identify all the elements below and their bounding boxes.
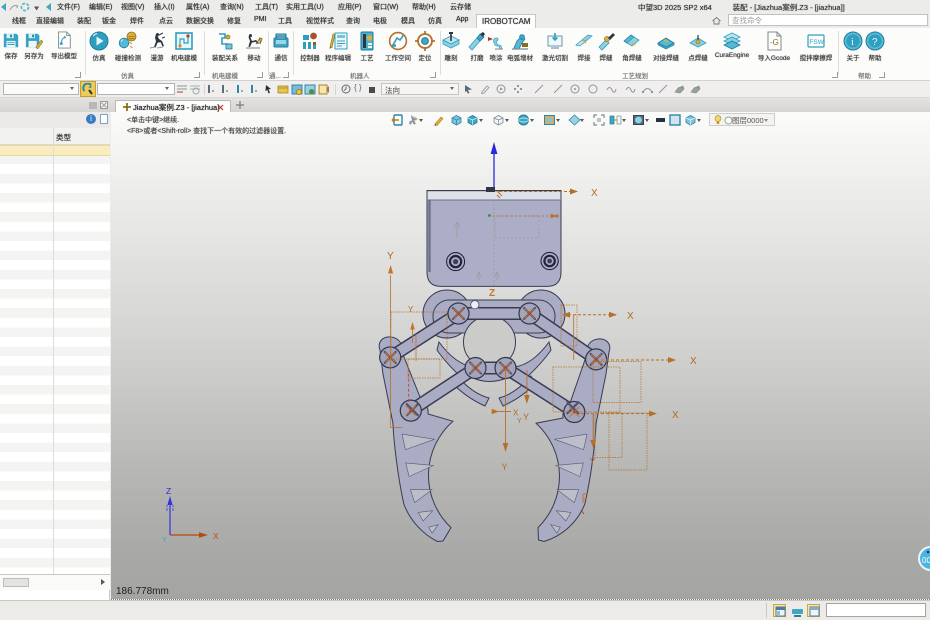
svg-text:X: X: [591, 188, 598, 199]
svg-text:X: X: [213, 531, 219, 541]
svg-text:Z: Z: [166, 486, 171, 496]
svg-text:X: X: [627, 311, 634, 322]
svg-text:FSW: FSW: [809, 39, 824, 46]
svg-text:-G: -G: [770, 38, 779, 47]
svg-text:?: ?: [872, 37, 878, 48]
svg-text:Y: Y: [517, 418, 522, 425]
svg-text:Z: Z: [489, 288, 495, 299]
svg-text:Y: Y: [387, 251, 394, 262]
svg-text:X: X: [672, 410, 679, 421]
svg-text:Y: Y: [523, 412, 529, 422]
svg-text:Y: Y: [162, 537, 167, 544]
svg-text:Y: Y: [590, 457, 596, 467]
svg-text:i: i: [851, 37, 854, 48]
svg-text:X: X: [513, 409, 519, 418]
svg-text:X: X: [690, 356, 697, 367]
svg-text:Y: Y: [408, 305, 414, 314]
svg-text:Y: Y: [502, 462, 508, 472]
svg-text:00: 00: [922, 556, 930, 565]
